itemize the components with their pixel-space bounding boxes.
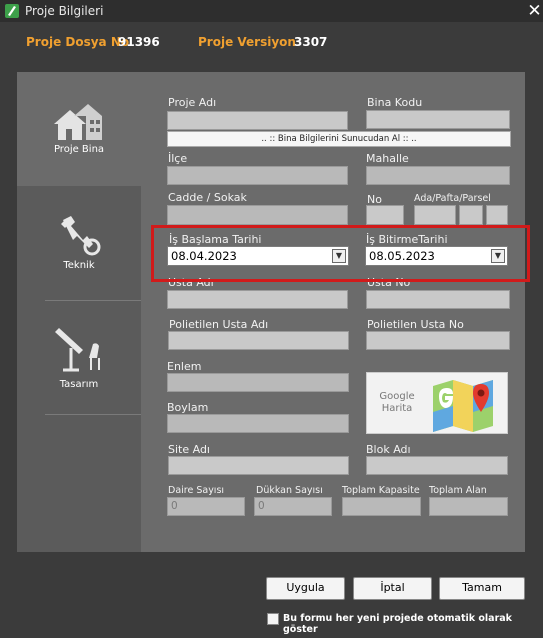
proje-adi-input[interactable] (167, 111, 348, 130)
auto-show-checkbox[interactable] (267, 613, 279, 625)
dukkan-sayisi-input[interactable]: 0 (254, 497, 332, 516)
nav-label-teknik: Teknik (63, 260, 95, 271)
window-title: Proje Bilgileri (25, 4, 104, 18)
bina-kodu-label: Bina Kodu (367, 96, 423, 109)
iptal-button[interactable]: İptal (353, 577, 432, 600)
proje-adi-label: Proje Adı (168, 96, 217, 109)
building-icon (54, 104, 102, 140)
ilce-label: İlçe (168, 152, 188, 165)
tamam-button[interactable]: Tamam (439, 577, 525, 600)
usta-adi-input[interactable] (167, 290, 348, 309)
blok-adi-label: Blok Adı (366, 443, 411, 456)
cadde-sokak-label: Cadde / Sokak (168, 191, 247, 204)
usta-no-input[interactable] (366, 290, 510, 309)
google-maps-icon (433, 380, 493, 432)
app-icon (5, 4, 19, 18)
nav-divider (45, 414, 141, 415)
polietilen-usta-no-input[interactable] (366, 331, 510, 350)
fetch-building-info-button[interactable]: .. :: Bina Bilgilerini Sunucudan Al :: .… (167, 131, 511, 147)
mahalle-label: Mahalle (366, 152, 409, 165)
uygula-button[interactable]: Uygula (266, 577, 345, 600)
nav-label-tasarim: Tasarım (59, 379, 99, 390)
drafting-table-icon (55, 328, 100, 372)
no-input[interactable] (366, 205, 404, 225)
toplam-kapasite-input[interactable] (342, 497, 421, 516)
enlem-label: Enlem (167, 360, 202, 373)
nav-proje-bina[interactable]: Proje Bina (17, 72, 141, 186)
auto-show-checkbox-label: Bu formu her yeni projede otomatik olara… (283, 613, 512, 635)
boylam-label: Boylam (167, 401, 209, 414)
wrench-icon (61, 216, 101, 256)
cadde-sokak-input[interactable] (167, 205, 348, 225)
proje-versiyon-value: 3307 (294, 35, 328, 49)
boylam-input[interactable] (167, 414, 349, 433)
toplam-alan-label: Toplam Alan (429, 485, 487, 496)
close-button[interactable]: ✕ (526, 1, 543, 21)
google-harita-button[interactable]: Google Harita (366, 372, 508, 434)
pafta-input[interactable] (459, 205, 483, 225)
ada-pafta-parsel-label: Ada/Pafta/Parsel (414, 193, 491, 204)
dukkan-sayisi-label: Dükkan Sayısı (256, 485, 323, 496)
ada-input[interactable] (414, 205, 456, 225)
polietilen-usta-adi-input[interactable] (168, 331, 349, 350)
polietilen-usta-no-label: Polietilen Usta No (367, 318, 464, 331)
daire-sayisi-label: Daire Sayısı (168, 485, 225, 496)
highlight-box (151, 225, 530, 282)
nav-tasarim[interactable]: Tasarım (17, 300, 141, 414)
ilce-input[interactable] (167, 166, 348, 185)
proje-dosya-no-value: 91396 (118, 35, 160, 49)
google-harita-label: Google Harita (379, 391, 415, 414)
blok-adi-input[interactable] (366, 456, 508, 475)
toplam-kapasite-label: Toplam Kapasite (342, 485, 420, 496)
toplam-alan-input[interactable] (429, 497, 508, 516)
site-adi-label: Site Adı (168, 443, 210, 456)
proje-dosya-no-label: Proje Dosya No (26, 35, 130, 49)
nav-teknik[interactable]: Teknik (17, 186, 141, 300)
parsel-input[interactable] (486, 205, 508, 225)
bina-kodu-input[interactable] (366, 110, 510, 129)
site-adi-input[interactable] (168, 456, 349, 475)
proje-versiyon-label: Proje Versiyon (198, 35, 296, 49)
daire-sayisi-input[interactable]: 0 (167, 497, 245, 516)
mahalle-input[interactable] (366, 166, 510, 185)
enlem-input[interactable] (167, 373, 349, 392)
polietilen-usta-adi-label: Polietilen Usta Adı (169, 318, 269, 331)
nav-label-proje-bina: Proje Bina (53, 144, 105, 155)
